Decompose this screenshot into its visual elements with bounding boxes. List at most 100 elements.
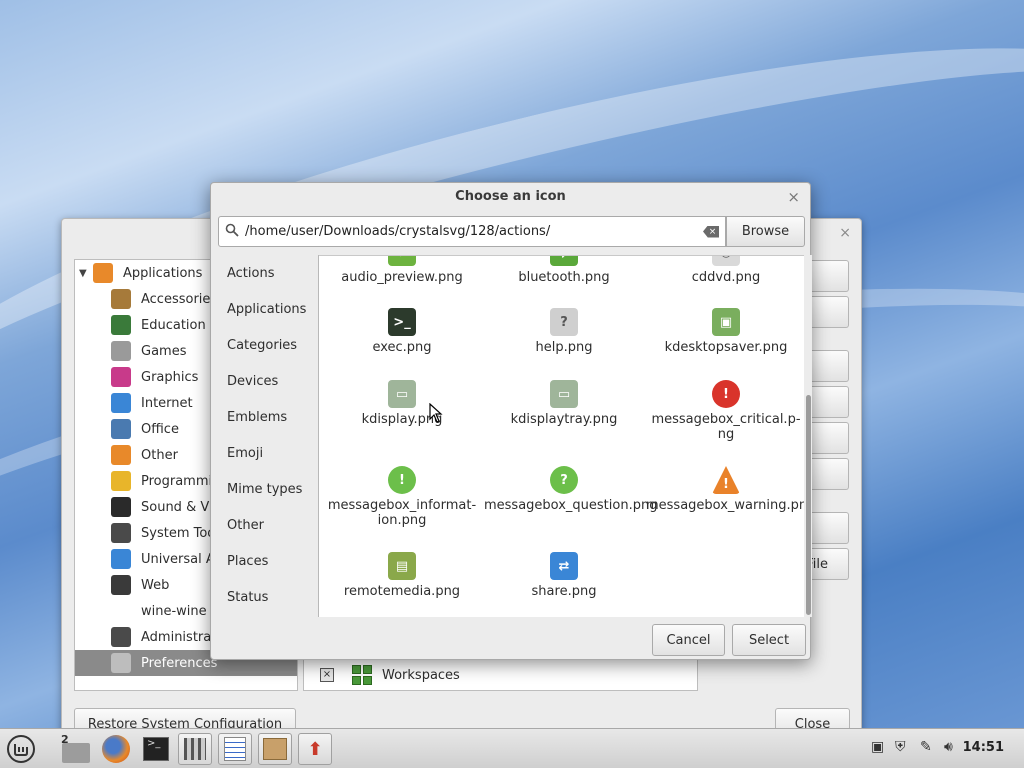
icon-grid-item[interactable]: ? messagebox_question.png	[484, 466, 658, 513]
icon-grid-item[interactable]: ⇄ share.png	[484, 552, 644, 599]
audio-icon: ♪	[388, 256, 416, 266]
category-item[interactable]: Other	[211, 507, 318, 543]
category-item[interactable]: Actions	[211, 255, 318, 291]
clock[interactable]: 14:51	[963, 740, 1004, 755]
side-button[interactable]	[811, 260, 849, 292]
side-button[interactable]	[811, 512, 849, 544]
side-button[interactable]	[811, 422, 849, 454]
tree-item-label: Programmi	[141, 473, 213, 489]
tree-item-label: wine-wine	[141, 603, 207, 619]
programming-icon	[111, 471, 131, 491]
shield-icon[interactable]: ⛨	[895, 739, 906, 755]
terminal-launcher[interactable]: >_	[139, 733, 173, 765]
close-icon[interactable]: ×	[839, 225, 851, 241]
icon-grid-item[interactable]: ! messagebox_critical.p-ng	[646, 380, 804, 442]
firefox-icon	[102, 735, 130, 763]
new-file-button[interactable]: File	[806, 548, 849, 580]
icon-file-label: help.png	[535, 340, 593, 355]
side-button[interactable]	[811, 458, 849, 490]
mixer-window-button[interactable]	[178, 733, 212, 765]
mouse-pointer-icon	[429, 403, 443, 423]
remote-media-icon: ▤	[388, 552, 416, 580]
cancel-button[interactable]: Cancel	[652, 624, 725, 656]
volume-icon[interactable]: 🔊︎	[944, 739, 953, 755]
browse-button[interactable]: Browse	[726, 216, 805, 247]
applications-icon	[93, 263, 113, 283]
icon-file-label: cddvd.png	[691, 270, 761, 285]
menu-button[interactable]	[4, 733, 38, 765]
tree-item-label: Graphics	[141, 369, 199, 385]
taskbar: 2 >_ ⬆ ▣ ⛨ ✎ 🔊︎ 14:51	[0, 728, 1024, 768]
workspaces-checkbox[interactable]: ×	[320, 668, 334, 682]
path-input[interactable]	[245, 224, 703, 239]
icon-file-label: messagebox_question.png	[484, 498, 658, 513]
network-icon[interactable]: ✎	[920, 739, 932, 755]
side-button[interactable]	[811, 386, 849, 418]
side-button[interactable]	[811, 296, 849, 328]
preferences-icon	[111, 653, 131, 673]
icon-file-label: bluetooth.png	[518, 270, 610, 285]
icon-grid-item[interactable]: ▭ kdisplay.png	[322, 380, 482, 427]
app-window-button[interactable]: ⬆	[298, 733, 332, 765]
file-manager-launcher[interactable]: 2	[59, 733, 93, 765]
icon-file-label: share.png	[531, 584, 597, 599]
games-icon	[111, 341, 131, 361]
tree-item-label: Sound & Vi	[141, 499, 213, 515]
monitor-icon: ▭	[388, 380, 416, 408]
education-icon	[111, 315, 131, 335]
scrollbar-thumb[interactable]	[806, 395, 811, 615]
icon-grid-item[interactable]: ᛒ bluetooth.png	[484, 256, 644, 285]
tree-item-label: Internet	[141, 395, 193, 411]
icon-file-label: messagebox_warning.png	[646, 498, 804, 513]
mint-logo-icon	[7, 735, 35, 763]
icon-grid-scrollbar[interactable]	[805, 255, 812, 617]
archive-window-button[interactable]	[258, 733, 292, 765]
icon-grid-item[interactable]: ▤ remotemedia.png	[322, 552, 482, 599]
tree-item-label: Office	[141, 421, 179, 437]
icon-grid-item[interactable]: ▣ kdesktopsaver.png	[646, 308, 804, 355]
icon-grid-item[interactable]: ! messagebox_informat-ion.png	[322, 466, 482, 528]
monitor-tray-icon: ▭	[550, 380, 578, 408]
icon-file-label: messagebox_informat-ion.png	[327, 498, 477, 528]
expander-arrow-icon[interactable]: ▼	[79, 268, 93, 279]
category-item[interactable]: Emblems	[211, 399, 318, 435]
icon-file-label: kdesktopsaver.png	[664, 340, 788, 355]
sound-video-icon	[111, 497, 131, 517]
category-item[interactable]: Mime types	[211, 471, 318, 507]
editor-window-button[interactable]	[218, 733, 252, 765]
firefox-launcher[interactable]	[99, 733, 133, 765]
icon-grid-item[interactable]: >_ exec.png	[322, 308, 482, 355]
close-icon[interactable]: ×	[787, 188, 800, 206]
workspaces-icon	[352, 665, 372, 685]
choose-icon-dialog: Choose an icon × × Browse ActionsApplica…	[210, 182, 812, 660]
category-item[interactable]: Devices	[211, 363, 318, 399]
category-item[interactable]: Places	[211, 543, 318, 579]
info-icon: !	[388, 466, 416, 494]
office-icon	[111, 419, 131, 439]
icon-grid-item[interactable]: ♪ audio_preview.png	[322, 256, 482, 285]
category-item[interactable]: Status	[211, 579, 318, 615]
tree-item-label: Other	[141, 447, 178, 463]
terminal-icon: >_	[388, 308, 416, 336]
select-button[interactable]: Select	[732, 624, 806, 656]
icon-file-label: exec.png	[372, 340, 432, 355]
category-item[interactable]: Applications	[211, 291, 318, 327]
category-item[interactable]: Emoji	[211, 435, 318, 471]
icon-grid-item[interactable]: ◎ cddvd.png	[646, 256, 804, 285]
tree-item-label: Games	[141, 343, 187, 359]
icon-file-label: kdisplaytray.png	[510, 412, 618, 427]
icon-grid-item[interactable]: ? help.png	[484, 308, 644, 355]
tree-item-label: System Too	[141, 525, 216, 541]
category-item[interactable]: Categories	[211, 327, 318, 363]
side-button[interactable]	[811, 350, 849, 382]
icon-category-list: Actions Applications Categories Devices Embl…	[211, 255, 319, 617]
clipboard-icon[interactable]: ▣	[871, 739, 884, 755]
icon-grid-item[interactable]: ! messagebox_warning.png	[646, 466, 804, 513]
help-icon: ?	[550, 308, 578, 336]
icon-grid: ♪ audio_preview.png ᛒ bluetooth.png ◎ cddvd.p…	[319, 255, 804, 617]
icon-grid-item[interactable]: ▭ kdisplaytray.png	[484, 380, 644, 427]
path-field[interactable]: ×	[218, 216, 726, 247]
rocket-icon: ⬆	[307, 738, 323, 760]
clear-text-icon[interactable]: ×	[703, 225, 719, 238]
tree-item-label: Accessories	[141, 291, 218, 307]
